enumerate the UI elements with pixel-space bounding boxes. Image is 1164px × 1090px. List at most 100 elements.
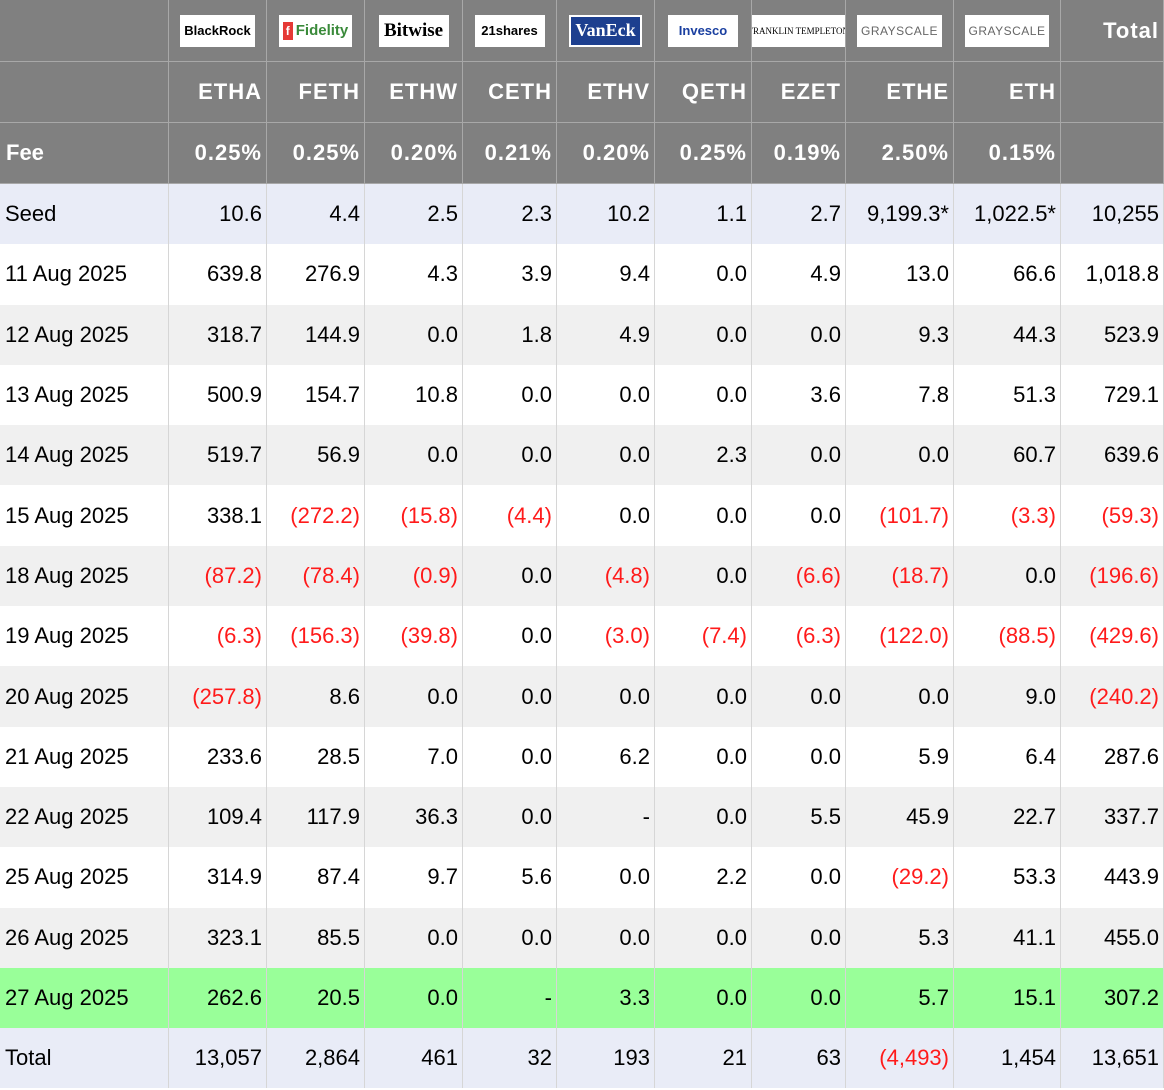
- issuer-logo-cell: Bitwise: [365, 0, 463, 62]
- flow-value: 4.3: [365, 244, 463, 305]
- flow-value: 85.5: [267, 907, 365, 968]
- etf-flow-table: BlackRock f Fidelity Bitwise 21shares Van…: [0, 0, 1164, 1090]
- flow-value: (29.2): [846, 847, 954, 908]
- flow-value: 87.4: [267, 847, 365, 908]
- ticker-header: ETH: [954, 62, 1061, 123]
- flow-value: 0.0: [655, 666, 752, 727]
- flow-value: 7.8: [846, 364, 954, 426]
- ticker-header: EZET: [752, 62, 846, 123]
- flow-value: 0.0: [655, 786, 752, 848]
- flow-value: 10.8: [365, 364, 463, 426]
- flow-value: 2.3: [463, 184, 557, 245]
- flow-value: (87.2): [169, 545, 267, 607]
- flow-value: 45.9: [846, 786, 954, 848]
- ticker-row-label: [0, 62, 169, 123]
- flow-value: 154.7: [267, 364, 365, 426]
- row-label: 27 Aug 2025: [0, 967, 169, 1029]
- ticker-header-total-blank: [1061, 62, 1164, 123]
- flow-value: (6.3): [752, 606, 846, 667]
- flow-value: 262.6: [169, 967, 267, 1029]
- flow-value: 3.3: [557, 967, 655, 1029]
- flow-value: 0.0: [463, 545, 557, 607]
- flow-value: (272.2): [267, 485, 365, 546]
- flow-value: (0.9): [365, 545, 463, 607]
- flow-value: 0.0: [846, 666, 954, 727]
- flow-value: 2.2: [655, 847, 752, 908]
- flow-value: 51.3: [954, 364, 1061, 426]
- flow-value: 338.1: [169, 485, 267, 546]
- flow-value: 44.3: [954, 304, 1061, 365]
- flow-value: 63: [752, 1028, 846, 1089]
- flow-value: 0.0: [557, 907, 655, 968]
- flow-value: 519.7: [169, 425, 267, 486]
- flow-value: 0.0: [463, 425, 557, 486]
- flow-value: 117.9: [267, 786, 365, 848]
- flow-value: 318.7: [169, 304, 267, 365]
- issuer-logo-cell: GRAYSCALE: [954, 0, 1061, 62]
- flow-value: (4.4): [463, 485, 557, 546]
- flow-value: 0.0: [463, 606, 557, 667]
- flow-value: 144.9: [267, 304, 365, 365]
- flow-value: 8.6: [267, 666, 365, 727]
- fee-value: 0.25%: [655, 123, 752, 184]
- flow-value: (7.4): [655, 606, 752, 667]
- row-total-value: 455.0: [1061, 907, 1164, 968]
- flow-value: 461: [365, 1028, 463, 1089]
- flow-value: 0.0: [463, 666, 557, 727]
- flow-value: 0.0: [752, 726, 846, 787]
- flow-value: 0.0: [557, 425, 655, 486]
- row-total-value: 13,651: [1061, 1028, 1164, 1089]
- flow-value: 5.9: [846, 726, 954, 787]
- flow-value: 639.8: [169, 244, 267, 305]
- row-label: 13 Aug 2025: [0, 364, 169, 426]
- ticker-header: ETHE: [846, 62, 954, 123]
- ticker-header: ETHV: [557, 62, 655, 123]
- fee-value: 0.20%: [365, 123, 463, 184]
- row-total-value: 729.1: [1061, 364, 1164, 426]
- row-total-value: 287.6: [1061, 726, 1164, 787]
- row-total-value: (429.6): [1061, 606, 1164, 667]
- grayscale-logo: GRAYSCALE: [857, 14, 942, 47]
- flow-value: 60.7: [954, 425, 1061, 486]
- flow-value: 0.0: [752, 847, 846, 908]
- flow-value: (18.7): [846, 545, 954, 607]
- fidelity-mark-icon: f: [282, 21, 293, 40]
- flow-value: (15.8): [365, 485, 463, 546]
- flow-value: (6.6): [752, 545, 846, 607]
- row-total-value: 443.9: [1061, 847, 1164, 908]
- grayscale-logo: GRAYSCALE: [964, 14, 1050, 47]
- fee-value: 0.25%: [169, 123, 267, 184]
- flow-value: 4.9: [752, 244, 846, 305]
- flow-value: 0.0: [655, 364, 752, 426]
- flow-value: 32: [463, 1028, 557, 1089]
- flow-value: 0.0: [557, 847, 655, 908]
- flow-value: (39.8): [365, 606, 463, 667]
- issuer-logo-cell: FRANKLIN TEMPLETON: [752, 0, 846, 62]
- flow-value: (4.8): [557, 545, 655, 607]
- flow-value: 0.0: [655, 244, 752, 305]
- flow-value: 4.9: [557, 304, 655, 365]
- row-total-value: 337.7: [1061, 786, 1164, 848]
- row-label: Seed: [0, 184, 169, 245]
- flow-value: 0.0: [365, 967, 463, 1029]
- flow-value: 0.0: [655, 304, 752, 365]
- flow-value: 28.5: [267, 726, 365, 787]
- flow-value: 3.9: [463, 244, 557, 305]
- flow-value: 9.3: [846, 304, 954, 365]
- total-column-header: Total: [1061, 0, 1164, 62]
- flow-value: 66.6: [954, 244, 1061, 305]
- ticker-header: ETHW: [365, 62, 463, 123]
- row-label: 26 Aug 2025: [0, 907, 169, 968]
- flow-value: (78.4): [267, 545, 365, 607]
- row-total-value: 307.2: [1061, 967, 1164, 1029]
- flow-value: 5.7: [846, 967, 954, 1029]
- fee-value: 0.19%: [752, 123, 846, 184]
- flow-value: (6.3): [169, 606, 267, 667]
- flow-value: 5.5: [752, 786, 846, 848]
- fee-value: 0.20%: [557, 123, 655, 184]
- flow-value: 109.4: [169, 786, 267, 848]
- flow-value: -: [463, 967, 557, 1029]
- flow-value: 21: [655, 1028, 752, 1089]
- issuer-logo-cell: VanEck: [557, 0, 655, 62]
- row-total-value: 10,255: [1061, 184, 1164, 245]
